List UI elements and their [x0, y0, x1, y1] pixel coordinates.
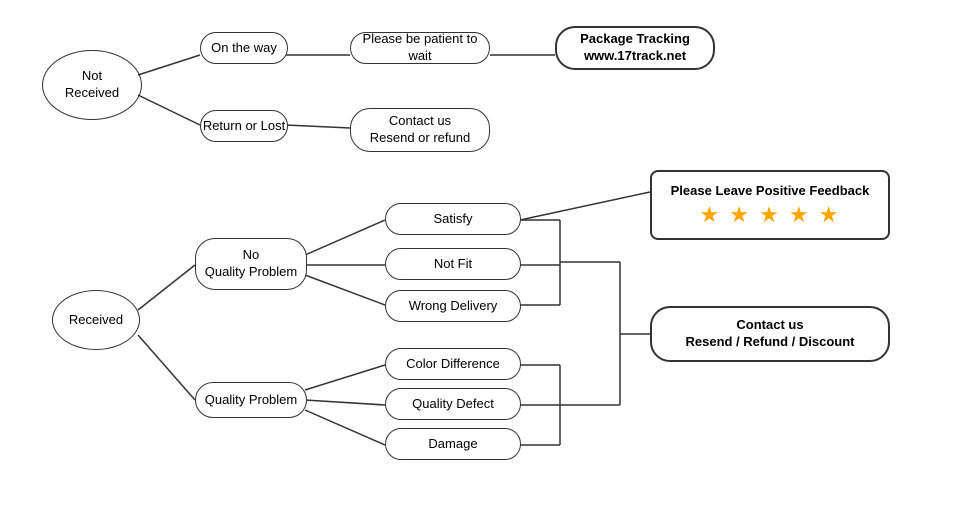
- diagram: Not Received On the way Return or Lost P…: [0, 0, 960, 513]
- feedback-title: Please Leave Positive Feedback: [671, 183, 870, 198]
- not-received-node: Not Received: [42, 50, 142, 120]
- contact-resend2-node: Contact us Resend / Refund / Discount: [650, 306, 890, 362]
- contact-resend-node: Contact us Resend or refund: [350, 108, 490, 152]
- quality-problem-node: Quality Problem: [195, 382, 307, 418]
- satisfy-node: Satisfy: [385, 203, 521, 235]
- wrong-delivery-node: Wrong Delivery: [385, 290, 521, 322]
- not-fit-node: Not Fit: [385, 248, 521, 280]
- received-node: Received: [52, 290, 140, 350]
- no-quality-problem-node: No Quality Problem: [195, 238, 307, 290]
- feedback-stars: ★ ★ ★ ★ ★: [699, 202, 840, 228]
- package-tracking-node: Package Tracking www.17track.net: [555, 26, 715, 70]
- patient-node: Please be patient to wait: [350, 32, 490, 64]
- damage-node: Damage: [385, 428, 521, 460]
- return-or-lost-node: Return or Lost: [200, 110, 288, 142]
- color-difference-node: Color Difference: [385, 348, 521, 380]
- on-the-way-node: On the way: [200, 32, 288, 64]
- feedback-box: Please Leave Positive Feedback ★ ★ ★ ★ ★: [650, 170, 890, 240]
- quality-defect-node: Quality Defect: [385, 388, 521, 420]
